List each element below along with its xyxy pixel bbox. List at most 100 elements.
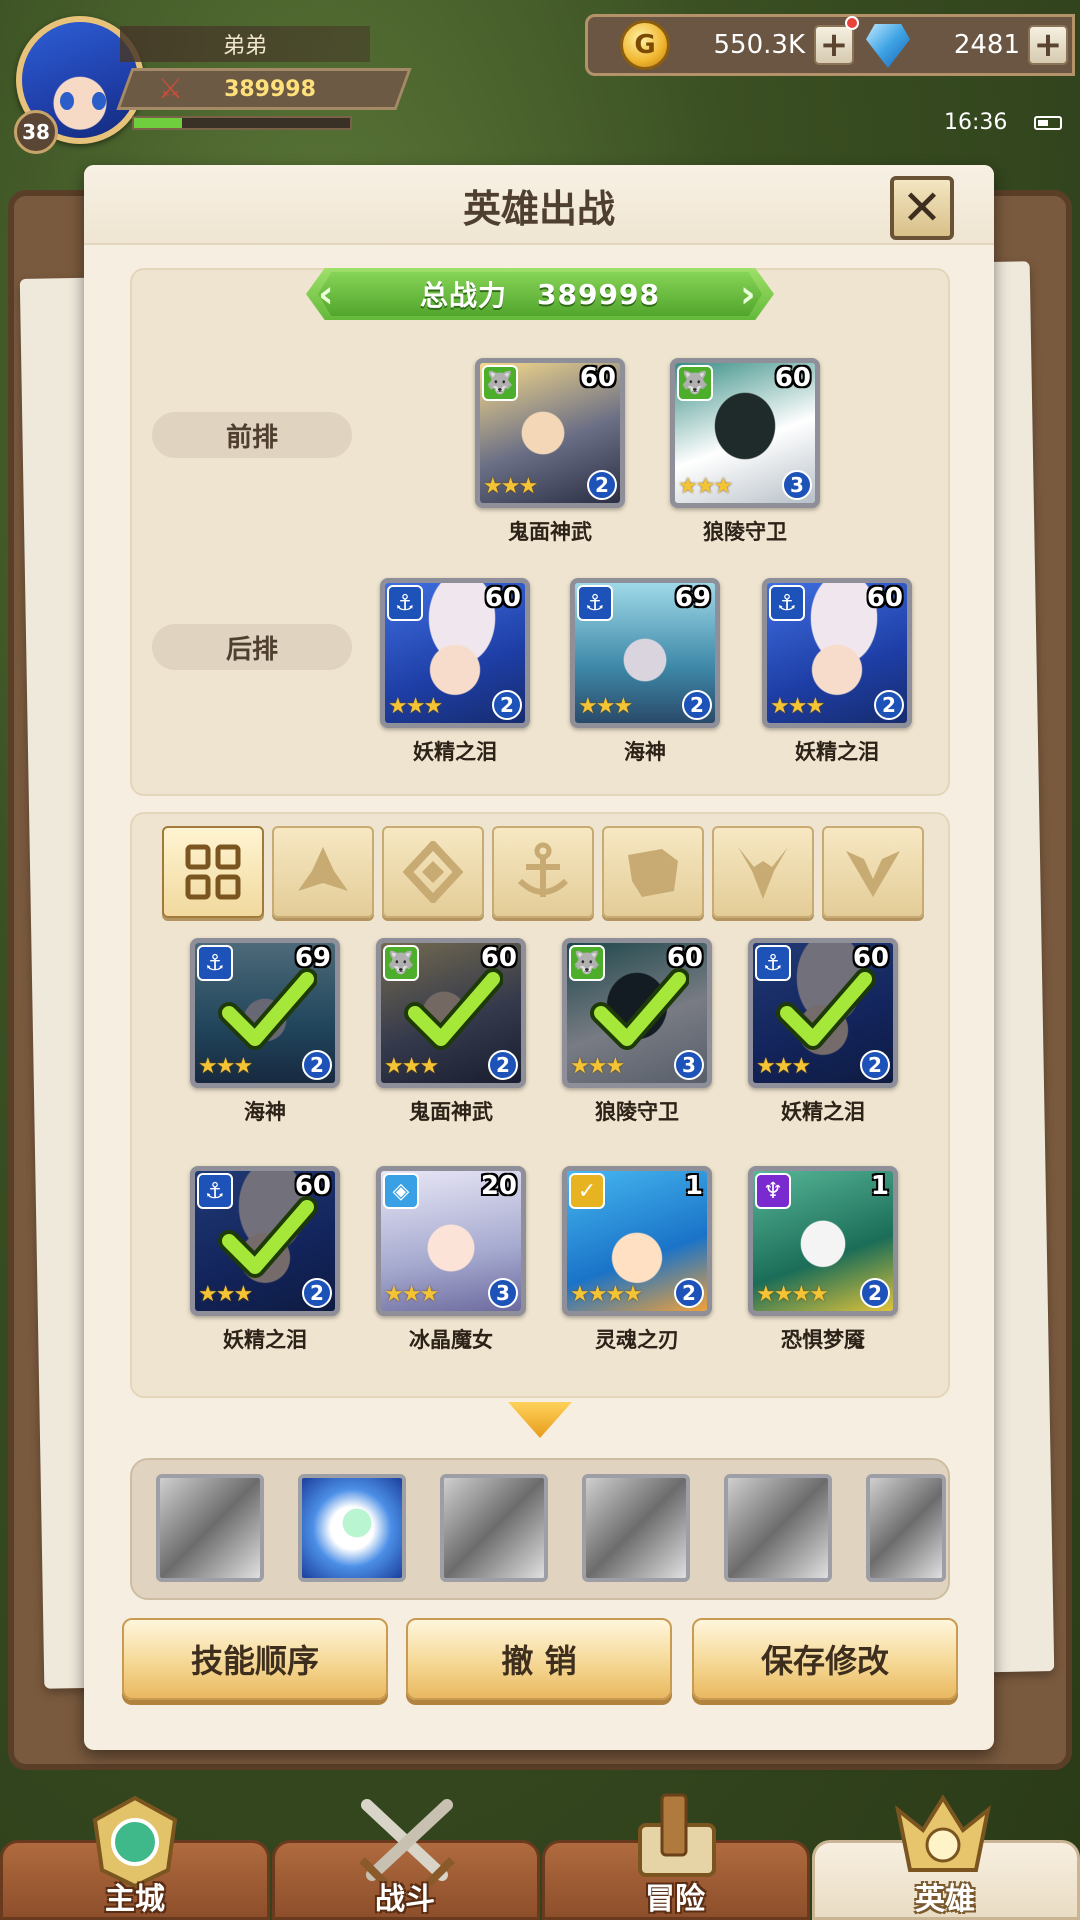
hero-card[interactable]: ⚓ 60 ★★★ 2 <box>762 578 912 728</box>
chevron-right-icon: › <box>740 272 756 316</box>
close-icon: ✕ <box>901 180 943 236</box>
hero-name: 狼陵守卫 <box>703 520 787 544</box>
notification-dot <box>845 16 859 30</box>
hero-card[interactable]: ⚓ 69 ★★★ 2 <box>570 578 720 728</box>
hero-card[interactable]: ⚓ 60 ★★★ 2 <box>190 1166 340 1316</box>
beast-class-icon: 🐺 <box>482 365 518 401</box>
filter-tab-horned[interactable] <box>712 826 814 918</box>
clock: 16:36 <box>944 110 1008 135</box>
chevron-left-icon: ‹ <box>318 272 334 316</box>
skill-icon[interactable] <box>440 1474 548 1582</box>
gem-amount: 2481 <box>953 30 1020 60</box>
hero-stars: ★★★ <box>483 474 538 499</box>
filter-tab-beast-head[interactable] <box>602 826 704 918</box>
hero-stars: ★★★ <box>678 474 733 499</box>
hero-stars: ★★★ <box>384 1282 439 1307</box>
anchor-icon <box>517 842 569 897</box>
filter-tab-diamond[interactable] <box>382 826 484 918</box>
hero-card[interactable]: 🐺 60 ★★★ 2 <box>475 358 625 508</box>
hero-card[interactable]: ✓ 1 ★★★★ 2 <box>562 1166 712 1316</box>
hero-level: 60 <box>484 583 521 613</box>
light-class-icon: ✓ <box>569 1173 605 1209</box>
sea-class-icon: ⚓ <box>387 585 423 621</box>
hero-level: 60 <box>579 363 616 393</box>
sea-class-icon: ⚓ <box>769 585 805 621</box>
checkmark-icon <box>218 968 317 1050</box>
hero-star-badge: 2 <box>874 690 904 720</box>
grid-icon <box>185 844 241 900</box>
hero-stars: ★★★ <box>578 694 633 719</box>
nav-hero-label: 英雄 <box>915 1882 975 1917</box>
checkmark-icon <box>776 968 875 1050</box>
nav-battle-label: 战斗 <box>375 1882 435 1917</box>
hero-stars: ★★★★ <box>570 1282 643 1307</box>
player-level-badge: 38 <box>14 110 58 154</box>
skill-icon[interactable] <box>156 1474 264 1582</box>
hero-name: 狼陵守卫 <box>595 1100 679 1124</box>
hero-card[interactable]: 🐺 60 ★★★ 3 <box>562 938 712 1088</box>
total-power-value: 389998 <box>537 277 660 311</box>
chevron-v-icon <box>846 851 900 897</box>
hero-star-badge: 2 <box>587 470 617 500</box>
skill-icon[interactable] <box>582 1474 690 1582</box>
add-gold-button[interactable]: + <box>814 25 854 65</box>
undo-button[interactable]: 撤 销 <box>406 1618 672 1700</box>
skill-icon[interactable] <box>724 1474 832 1582</box>
exp-bar-fill <box>134 118 182 128</box>
skill-icon[interactable] <box>866 1474 946 1582</box>
player-name: 弟弟 <box>120 26 370 62</box>
combat-power-value: 389998 <box>224 76 316 102</box>
hero-name: 恐惧梦魇 <box>781 1328 865 1352</box>
dark-class-icon: ♆ <box>755 1173 791 1209</box>
hero-card[interactable]: ◈ 20 ★★★ 3 <box>376 1166 526 1316</box>
filter-tab-leaf-crown[interactable] <box>272 826 374 918</box>
hero-card[interactable]: ⚓ 60 ★★★ 2 <box>380 578 530 728</box>
hero-card[interactable]: ⚓ 60 ★★★ 2 <box>748 938 898 1088</box>
panel-title: 英雄出战 <box>462 186 615 231</box>
hero-name: 妖精之泪 <box>223 1328 307 1352</box>
filter-tab-grid[interactable] <box>162 826 264 918</box>
hero-level: 1 <box>684 1171 703 1201</box>
skill-icon[interactable] <box>298 1474 406 1582</box>
hero-level: 20 <box>480 1171 517 1201</box>
hero-card[interactable]: 🐺 60 ★★★ 2 <box>376 938 526 1088</box>
battery-icon <box>1034 116 1062 130</box>
hero-card[interactable]: ♆ 1 ★★★★ 2 <box>748 1166 898 1316</box>
skill-order-button[interactable]: 技能顺序 <box>122 1618 388 1700</box>
hero-level: 60 <box>866 583 903 613</box>
checkmark-icon <box>404 968 503 1050</box>
hero-stars: ★★★ <box>770 694 825 719</box>
horned-icon <box>738 847 788 899</box>
hero-star-badge: 2 <box>492 690 522 720</box>
hero-star-badge: 2 <box>674 1278 704 1308</box>
hero-name: 妖精之泪 <box>795 740 879 764</box>
diamond-icon <box>402 841 464 903</box>
close-button[interactable]: ✕ <box>890 176 954 240</box>
gold-coin-icon: G <box>620 20 670 70</box>
hero-level: 60 <box>774 363 811 393</box>
total-power-label: 总战力 <box>420 279 508 312</box>
hero-name: 海神 <box>244 1100 286 1124</box>
filter-tab-anchor[interactable] <box>492 826 594 918</box>
filter-tab-chevron-v[interactable] <box>822 826 924 918</box>
hero-card[interactable]: 🐺 60 ★★★ 3 <box>670 358 820 508</box>
hero-stars: ★★★★ <box>756 1282 829 1307</box>
hero-name: 鬼面神武 <box>508 520 592 544</box>
hero-name: 妖精之泪 <box>781 1100 865 1124</box>
hero-name: 灵魂之刃 <box>595 1328 679 1352</box>
beast-class-icon: 🐺 <box>677 365 713 401</box>
hero-level: 1 <box>870 1171 889 1201</box>
beast-head-icon <box>628 849 678 897</box>
back-row-label: 后排 <box>152 624 352 670</box>
save-changes-button[interactable]: 保存修改 <box>692 1618 958 1700</box>
nav-adventure-label: 冒险 <box>645 1882 705 1917</box>
hero-star-badge: 3 <box>488 1278 518 1308</box>
nav-main-city-label: 主城 <box>105 1882 165 1917</box>
hero-card[interactable]: ⚓ 69 ★★★ 2 <box>190 938 340 1088</box>
hero-level: 69 <box>674 583 711 613</box>
hero-star-badge: 3 <box>782 470 812 500</box>
hero-star-badge: 2 <box>860 1278 890 1308</box>
checkmark-icon <box>218 1196 317 1278</box>
hero-name: 妖精之泪 <box>413 740 497 764</box>
add-gems-button[interactable]: + <box>1028 25 1068 65</box>
